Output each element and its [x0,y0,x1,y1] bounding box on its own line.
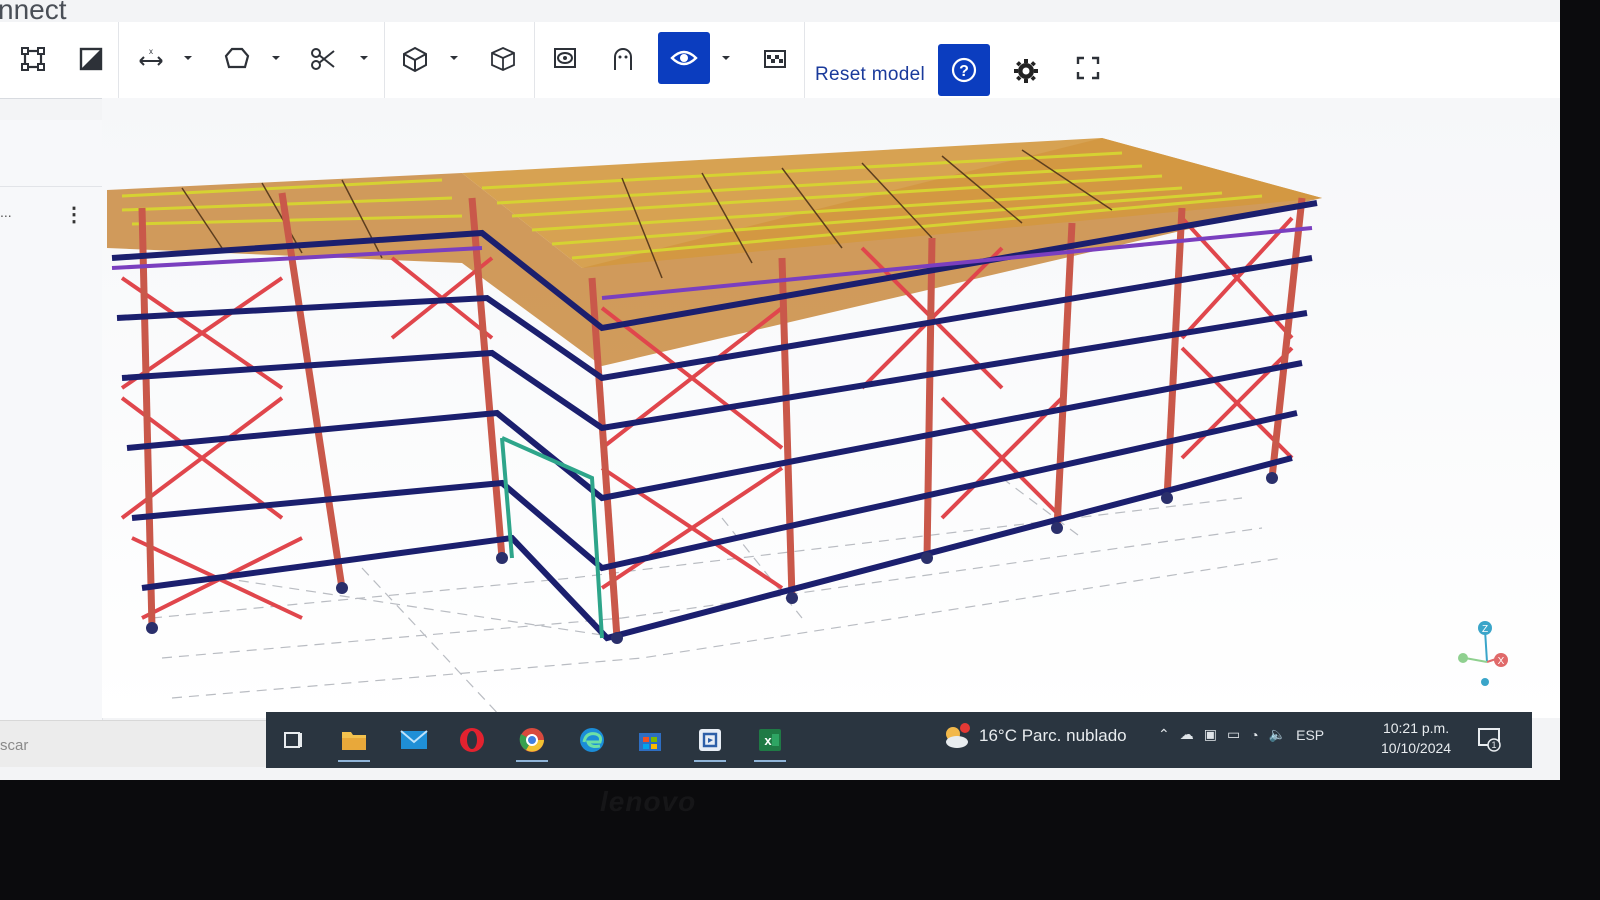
wifi-icon[interactable]: ◔ [1250,727,1258,743]
mail-icon[interactable] [394,720,434,760]
taskbar-search-box[interactable]: scar [0,720,266,767]
transparency-icon[interactable] [752,36,798,82]
display-icon[interactable]: ▣ [1204,726,1217,743]
svg-text:x: x [764,733,772,748]
axis-label-z: Z [1482,624,1488,635]
language-indicator[interactable]: ESP [1296,727,1324,743]
task-view-icon[interactable] [274,720,314,760]
system-tray: ⌃ ☁ ▣ ▭ ◔ 🔈 ESP [1158,726,1324,743]
door-frame [500,436,604,639]
kebab-menu-icon[interactable]: ⋮ [64,202,84,227]
3d-model-viewport[interactable] [102,98,1560,718]
viewer-toolbar: x Reset model ? [0,22,1560,99]
visibility-eye-icon[interactable] [658,32,710,84]
axis-label-x: X [1498,656,1505,667]
axis-triad[interactable]: Z X [1455,618,1525,695]
shape-dropdown-caret[interactable] [270,52,282,64]
isometric-cube-icon[interactable] [480,36,526,82]
svg-text:x: x [149,47,153,56]
volume-icon[interactable]: 🔈 [1269,726,1286,743]
ghost-icon[interactable] [600,36,646,82]
panel-header [0,120,102,187]
steel-structure-model [107,138,1322,718]
toolbar-group-display [534,22,805,98]
cut-icon[interactable] [300,36,346,82]
microsoft-store-icon[interactable] [630,720,670,760]
lenovo-bezel-logo: lenovo [600,786,697,817]
notification-count: 1 [1491,740,1496,750]
tray-expand-icon[interactable]: ⌃ [1158,726,1170,743]
select-box-icon[interactable] [10,36,56,82]
toolbar-group-tools: x [118,22,385,98]
weather-condition: Parc. nublado [1021,726,1127,745]
clock-date: 10/10/2024 [1381,740,1452,756]
excel-icon[interactable]: x [750,720,790,762]
measure-icon[interactable]: x [128,36,174,82]
notification-center-icon[interactable]: 1 [1476,726,1502,757]
weather-cloud-icon [946,723,970,748]
model-tree-panel: ... ⋮ [0,120,103,720]
monitor-screen: nnect x Reset model ? ... ⋮ Z X scar x 1… [0,0,1560,780]
weather-widget[interactable]: 16°C Parc. nublado [941,722,1127,750]
clock-time: 10:21 p.m. [1382,720,1450,736]
box-view-icon[interactable] [392,36,438,82]
windows-taskbar: x 16°C Parc. nublado ⌃ ☁ ▣ ▭ ◔ 🔈 ESP 10:… [266,712,1532,768]
reset-model-button[interactable]: Reset model [815,64,925,86]
teams-icon[interactable] [690,720,730,762]
onedrive-cloud-icon[interactable]: ☁ [1180,726,1194,743]
svg-text:?: ? [959,63,969,80]
taskbar-clock[interactable]: 10:21 p.m. 10/10/2024 [1381,718,1451,758]
chrome-browser-icon[interactable] [512,720,552,762]
toolbar-group-views [384,22,535,98]
help-icon[interactable]: ? [938,44,990,96]
section-plane-icon[interactable] [68,36,114,82]
cut-dropdown-caret[interactable] [358,52,370,64]
weather-temp: 16°C [979,726,1017,745]
edge-browser-icon[interactable] [572,720,612,760]
model-tree-item[interactable]: ... [0,204,12,220]
measure-dropdown-caret[interactable] [182,52,194,64]
file-explorer-icon[interactable] [334,720,374,762]
opera-browser-icon[interactable] [452,720,492,760]
toolbar-group-selection [0,22,119,98]
search-placeholder: scar [0,737,29,754]
ground-grid [151,477,1283,718]
render-mode-icon[interactable] [542,36,588,82]
fullscreen-icon[interactable] [1070,50,1106,86]
box-view-dropdown-caret[interactable] [448,52,460,64]
settings-gear-icon[interactable] [1005,50,1047,92]
shape-icon[interactable] [214,36,260,82]
battery-icon[interactable]: ▭ [1227,726,1240,743]
visibility-dropdown-caret[interactable] [720,52,732,64]
